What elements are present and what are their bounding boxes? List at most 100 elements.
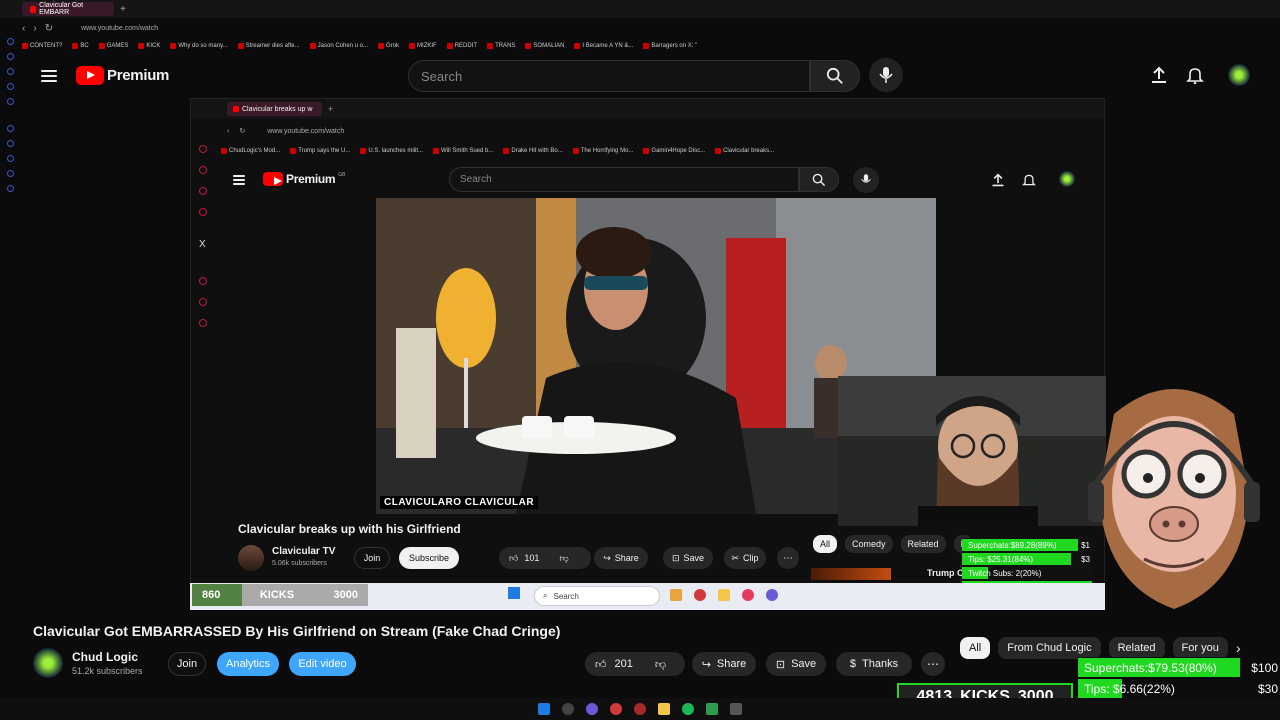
analytics-button[interactable]: Analytics bbox=[217, 652, 279, 676]
app-icon[interactable] bbox=[730, 703, 742, 715]
bookmark-item[interactable]: Gamin4Hope Disc... bbox=[643, 146, 705, 156]
youtube-logo[interactable]: Premium bbox=[76, 66, 169, 85]
browser-icon[interactable] bbox=[634, 703, 646, 715]
back-icon[interactable]: ‹ bbox=[22, 23, 25, 34]
app-icon[interactable] bbox=[706, 703, 718, 715]
rail-icon[interactable] bbox=[6, 98, 14, 105]
windows-start-icon[interactable] bbox=[538, 703, 550, 715]
rail-icon[interactable] bbox=[199, 277, 207, 285]
folder-icon[interactable] bbox=[658, 703, 670, 715]
chip[interactable]: All bbox=[960, 637, 991, 659]
inner-search-input[interactable]: Search bbox=[449, 167, 799, 192]
inner-voice-search-button[interactable] bbox=[853, 167, 879, 193]
rail-icon[interactable] bbox=[199, 166, 207, 174]
inner-chip[interactable]: All bbox=[813, 535, 838, 553]
edit-video-button[interactable]: Edit video bbox=[289, 652, 356, 676]
voice-search-button[interactable] bbox=[869, 58, 903, 92]
bookmark-item[interactable]: KICK bbox=[138, 43, 160, 49]
upload-icon[interactable] bbox=[1150, 66, 1168, 84]
bookmark-item[interactable]: Will Smith Sued b... bbox=[433, 146, 493, 156]
inner-share-button[interactable]: ↪ Share bbox=[594, 547, 648, 569]
inner-chip[interactable]: Comedy bbox=[845, 535, 893, 553]
bookmark-item[interactable]: Streamer dies afte... bbox=[237, 43, 300, 49]
bookmark-item[interactable]: TRANS bbox=[487, 43, 515, 49]
menu-icon[interactable] bbox=[41, 70, 57, 82]
bookmark-item[interactable]: SOMALIAN bbox=[525, 43, 564, 49]
chip[interactable]: Related bbox=[1108, 637, 1165, 659]
bookmark-item[interactable]: CONTENT? bbox=[22, 43, 62, 49]
bookmark-item[interactable]: ChudLogic's Mod... bbox=[221, 146, 280, 156]
upload-icon[interactable] bbox=[991, 173, 1005, 187]
thanks-button[interactable]: $ Thanks bbox=[836, 652, 912, 676]
inner-chip[interactable]: Related bbox=[900, 535, 946, 553]
rail-icon[interactable] bbox=[6, 68, 14, 75]
bookmark-item[interactable]: The Horrifying Mo... bbox=[572, 146, 633, 156]
rail-icon[interactable] bbox=[6, 170, 14, 177]
join-button[interactable]: Join bbox=[168, 652, 206, 676]
bookmark-item[interactable]: Barragers on X: " bbox=[643, 43, 697, 49]
rail-icon[interactable] bbox=[199, 319, 207, 327]
inner-url-text[interactable]: www.youtube.com/watch bbox=[267, 128, 344, 135]
new-tab-icon[interactable]: + bbox=[120, 4, 126, 15]
dislike-icon[interactable]: 👎︎ bbox=[655, 658, 666, 671]
like-icon[interactable]: 👍︎ bbox=[509, 553, 518, 564]
rail-icon[interactable] bbox=[6, 155, 14, 162]
bookmark-item[interactable]: GAMES bbox=[98, 43, 128, 49]
search-button[interactable] bbox=[810, 60, 860, 92]
inner-channel-name[interactable]: Clavicular TV bbox=[272, 546, 335, 557]
x-icon[interactable]: X bbox=[199, 239, 207, 250]
folder-icon[interactable] bbox=[718, 589, 730, 601]
rail-icon[interactable] bbox=[6, 53, 14, 60]
inner-youtube-logo[interactable]: Premium GB bbox=[263, 172, 346, 186]
inner-avatar[interactable] bbox=[1059, 171, 1075, 187]
app-icon[interactable] bbox=[694, 589, 706, 601]
rail-icon[interactable] bbox=[6, 140, 14, 147]
bookmark-item[interactable]: BC bbox=[72, 43, 89, 49]
channel-avatar[interactable] bbox=[33, 648, 63, 678]
chip[interactable]: From Chud Logic bbox=[998, 637, 1101, 659]
bookmark-item[interactable]: U.S. launches milit... bbox=[360, 146, 423, 156]
channel-name[interactable]: Chud Logic bbox=[72, 650, 138, 664]
reload-icon[interactable]: ↻ bbox=[45, 23, 53, 34]
inner-save-button[interactable]: ⊡ Save bbox=[663, 547, 713, 569]
bookmark-item[interactable]: Drake Hit with Bo... bbox=[503, 146, 563, 156]
dislike-icon[interactable]: 👎︎ bbox=[559, 553, 568, 564]
inner-subscribe-button[interactable]: Subscribe bbox=[399, 547, 459, 569]
avatar[interactable] bbox=[1228, 64, 1250, 86]
bookmark-item[interactable]: Why do so many... bbox=[170, 43, 228, 49]
app-icon[interactable] bbox=[766, 589, 778, 601]
bookmark-item[interactable]: Trump says the U... bbox=[290, 146, 350, 156]
bookmark-item[interactable]: REDDIT bbox=[446, 43, 477, 49]
inner-tab-active[interactable]: Clavicular breaks up w bbox=[227, 102, 322, 116]
app-icon[interactable] bbox=[742, 589, 754, 601]
inner-join-button[interactable]: Join bbox=[354, 547, 390, 569]
bookmark-item[interactable]: I Became A YN &... bbox=[574, 43, 633, 49]
rail-icon[interactable] bbox=[6, 38, 14, 45]
app-icon[interactable] bbox=[610, 703, 622, 715]
bookmark-item[interactable]: Clavicular breaks... bbox=[715, 146, 774, 156]
rail-icon[interactable] bbox=[6, 185, 14, 192]
notifications-icon[interactable] bbox=[1022, 173, 1036, 187]
related-title[interactable]: Trump C bbox=[927, 568, 964, 578]
share-button[interactable]: ↪ Share bbox=[692, 652, 756, 676]
forward-icon[interactable]: › bbox=[33, 23, 36, 34]
inner-search-button[interactable] bbox=[799, 167, 839, 192]
windows-start-icon[interactable] bbox=[508, 587, 520, 599]
reload-icon[interactable]: ↻ bbox=[239, 127, 245, 135]
outer-url-text[interactable]: www.youtube.com/watch bbox=[81, 25, 158, 32]
chip[interactable]: For you bbox=[1172, 637, 1228, 659]
rail-icon[interactable] bbox=[199, 145, 207, 153]
more-button[interactable]: ⋯ bbox=[921, 652, 945, 676]
inner-taskbar-search[interactable]: ⌕ Search bbox=[534, 586, 660, 606]
spotify-icon[interactable] bbox=[682, 703, 694, 715]
search-input[interactable]: Search bbox=[408, 60, 810, 92]
bookmark-item[interactable]: MIZKIF bbox=[409, 43, 437, 49]
rail-icon[interactable] bbox=[199, 208, 207, 216]
bookmark-item[interactable]: Jason Cohen u o... bbox=[309, 43, 368, 49]
like-icon[interactable]: 👍︎ bbox=[595, 658, 607, 671]
rail-icon[interactable] bbox=[199, 187, 207, 195]
new-tab-icon[interactable]: + bbox=[328, 104, 333, 114]
back-icon[interactable]: ‹ bbox=[227, 128, 229, 135]
rail-icon[interactable] bbox=[199, 298, 207, 306]
search-icon[interactable] bbox=[562, 703, 574, 715]
